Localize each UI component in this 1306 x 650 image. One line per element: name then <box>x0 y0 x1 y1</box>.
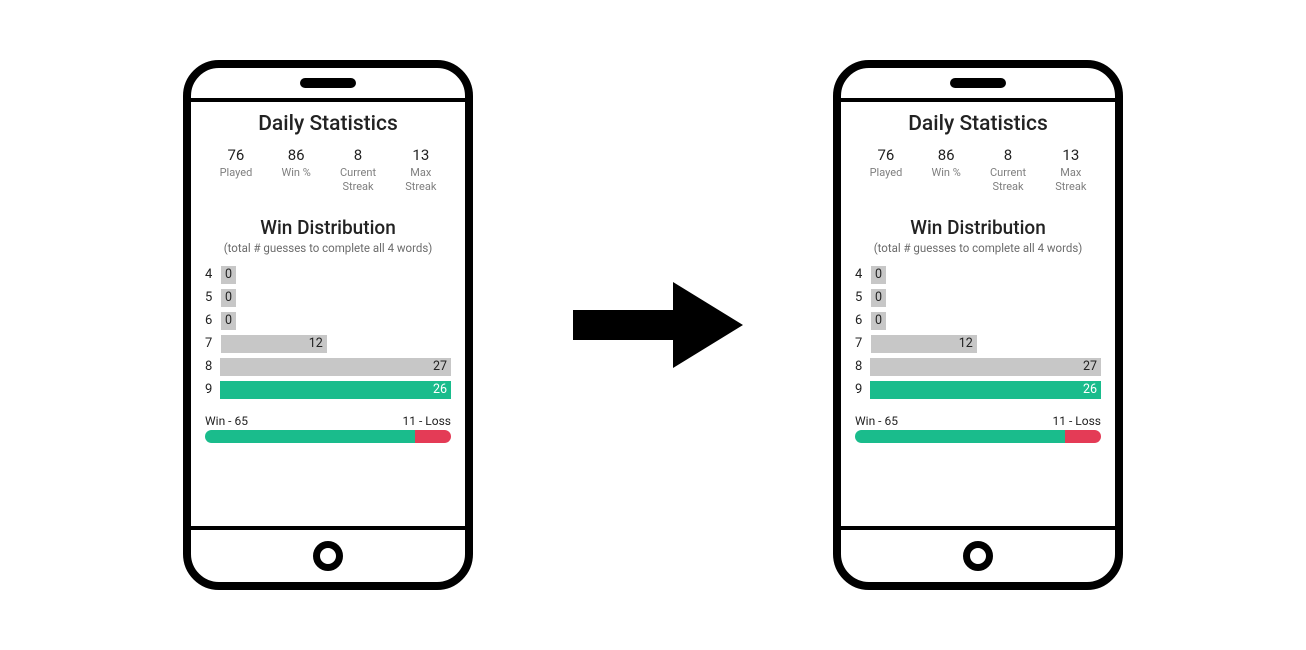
screen-right: Daily Statistics 76 Played 86 Win % 8 Cu… <box>841 102 1115 526</box>
phone-bottom-bar <box>191 526 465 582</box>
dist-bar: 26 <box>220 381 451 399</box>
stat-current-label: CurrentStreak <box>990 166 1026 194</box>
stat-max-streak: 13 MaxStreak <box>405 146 436 194</box>
dist-bar: 0 <box>221 266 236 284</box>
dist-index: 7 <box>205 336 221 351</box>
dist-row: 926 <box>205 380 451 400</box>
stat-max-label: MaxStreak <box>405 166 436 194</box>
distribution-chart: 405060712827926 <box>205 265 451 400</box>
winloss-labels: Win - 65 11 - Loss <box>205 414 451 428</box>
loss-label: 11 - Loss <box>403 414 451 428</box>
stat-current-value: 8 <box>990 146 1026 164</box>
stat-current-label: CurrentStreak <box>340 166 376 194</box>
dist-row: 50 <box>205 288 451 308</box>
stat-winpct-value: 86 <box>281 146 310 164</box>
dist-index: 8 <box>855 359 870 374</box>
stats-row: 76 Played 86 Win % 8 CurrentStreak 13 Ma… <box>855 146 1101 194</box>
page-title: Daily Statistics <box>205 112 451 136</box>
distribution-chart: 405060712827926 <box>855 265 1101 400</box>
dist-bar: 27 <box>870 358 1101 376</box>
winloss-bar <box>855 430 1101 443</box>
stat-current-streak: 8 CurrentStreak <box>990 146 1026 194</box>
phone-bottom-bar <box>841 526 1115 582</box>
home-button-icon <box>963 541 993 571</box>
stat-winpct-label: Win % <box>281 166 310 180</box>
dist-index: 5 <box>205 290 221 305</box>
stat-max-label: MaxStreak <box>1055 166 1086 194</box>
dist-index: 8 <box>205 359 220 374</box>
dist-index: 4 <box>205 267 221 282</box>
stat-max-value: 13 <box>405 146 436 164</box>
page-title: Daily Statistics <box>855 112 1101 136</box>
winloss-labels: Win - 65 11 - Loss <box>855 414 1101 428</box>
stat-winpct-label: Win % <box>931 166 960 180</box>
stat-max-value: 13 <box>1055 146 1086 164</box>
dist-index: 9 <box>855 382 870 397</box>
dist-index: 6 <box>855 313 871 328</box>
dist-bar: 12 <box>871 335 977 353</box>
dist-row: 712 <box>205 334 451 354</box>
dist-index: 9 <box>205 382 220 397</box>
speaker-icon <box>300 78 356 88</box>
dist-bar: 27 <box>220 358 451 376</box>
dist-row: 60 <box>855 311 1101 331</box>
speaker-icon <box>950 78 1006 88</box>
loss-segment <box>415 430 451 443</box>
stat-current-streak: 8 CurrentStreak <box>340 146 376 194</box>
stat-winpct: 86 Win % <box>281 146 310 194</box>
dist-index: 4 <box>855 267 871 282</box>
dist-index: 5 <box>855 290 871 305</box>
loss-label: 11 - Loss <box>1053 414 1101 428</box>
distribution-caption: (total # guesses to complete all 4 words… <box>855 241 1101 255</box>
stat-winpct-value: 86 <box>931 146 960 164</box>
stat-played-label: Played <box>220 166 253 180</box>
winloss-bar <box>205 430 451 443</box>
stat-played: 76 Played <box>220 146 253 194</box>
screen-left: Daily Statistics 76 Played 86 Win % 8 Cu… <box>191 102 465 526</box>
phone-top-bar <box>191 68 465 102</box>
win-label: Win - 65 <box>205 414 248 428</box>
stat-played-value: 76 <box>220 146 253 164</box>
phone-top-bar <box>841 68 1115 102</box>
distribution-title: Win Distribution <box>855 216 1101 239</box>
win-segment <box>855 430 1065 443</box>
dist-row: 827 <box>855 357 1101 377</box>
phone-right: Daily Statistics 76 Played 86 Win % 8 Cu… <box>833 60 1123 590</box>
dist-bar: 26 <box>870 381 1101 399</box>
dist-row: 40 <box>205 265 451 285</box>
dist-row: 712 <box>855 334 1101 354</box>
dist-bar: 0 <box>221 312 236 330</box>
distribution-caption: (total # guesses to complete all 4 words… <box>205 241 451 255</box>
dist-bar: 0 <box>871 289 886 307</box>
distribution-title: Win Distribution <box>205 216 451 239</box>
win-segment <box>205 430 415 443</box>
dist-bar: 0 <box>871 312 886 330</box>
dist-bar: 0 <box>871 266 886 284</box>
dist-row: 40 <box>855 265 1101 285</box>
phone-left: Daily Statistics 76 Played 86 Win % 8 Cu… <box>183 60 473 590</box>
stat-current-value: 8 <box>340 146 376 164</box>
stat-max-streak: 13 MaxStreak <box>1055 146 1086 194</box>
stat-winpct: 86 Win % <box>931 146 960 194</box>
dist-bar: 0 <box>221 289 236 307</box>
stats-row: 76 Played 86 Win % 8 CurrentStreak 13 Ma… <box>205 146 451 194</box>
win-label: Win - 65 <box>855 414 898 428</box>
dist-row: 827 <box>205 357 451 377</box>
arrow-icon <box>553 270 753 380</box>
stat-played-value: 76 <box>870 146 903 164</box>
home-button-icon <box>313 541 343 571</box>
stat-played-label: Played <box>870 166 903 180</box>
stat-played: 76 Played <box>870 146 903 194</box>
dist-row: 50 <box>855 288 1101 308</box>
loss-segment <box>1065 430 1101 443</box>
dist-row: 926 <box>855 380 1101 400</box>
dist-index: 6 <box>205 313 221 328</box>
dist-row: 60 <box>205 311 451 331</box>
dist-index: 7 <box>855 336 871 351</box>
dist-bar: 12 <box>221 335 327 353</box>
